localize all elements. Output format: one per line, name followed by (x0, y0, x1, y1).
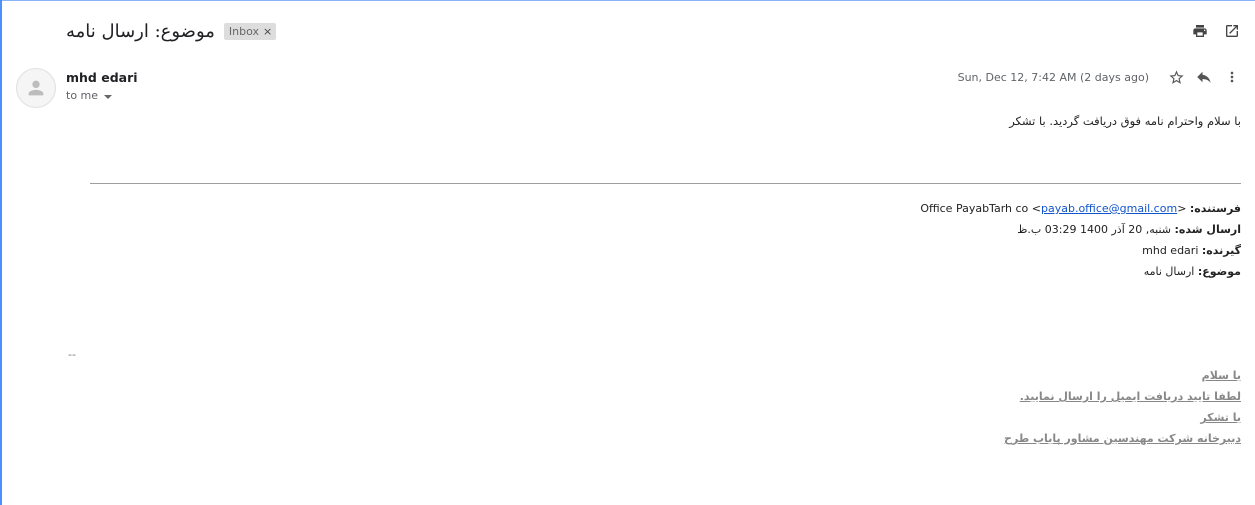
signature-line: دبیرخانه شرکت مهندسین مشاور پایاب طرح (1004, 432, 1241, 445)
recipient-details-toggle[interactable]: to me (66, 89, 113, 102)
forwarded-sent: ارسال شده: شنبه, 20 آذر 1400 03:29 ب.ظ (1017, 223, 1241, 236)
forwarded-from: فرستنده: Office PayabTarh co <payab.offi… (920, 202, 1241, 215)
forwarded-from-label: فرستنده: (1189, 202, 1241, 215)
top-actions (1191, 22, 1241, 40)
recipient-text: to me (66, 89, 99, 102)
open-in-new-window-icon[interactable] (1223, 22, 1241, 40)
email-subject: موضوع: ارسال نامه (66, 20, 215, 42)
message-meta: Sun, Dec 12, 7:42 AM (2 days ago) (958, 68, 1241, 86)
person-icon (28, 80, 44, 96)
forward-divider (90, 183, 1241, 184)
inbox-label-chip[interactable]: Inbox × (223, 22, 277, 40)
email-body-text: با سلام واحترام نامه فوق دریافت گردید. ب… (1009, 114, 1241, 128)
star-icon[interactable] (1167, 68, 1185, 86)
signature-line: با سلام (1201, 369, 1241, 382)
subject-bar: موضوع: ارسال نامه Inbox × (66, 18, 277, 44)
forwarded-to-value: mhd edari (1142, 244, 1199, 257)
message-date: Sun, Dec 12, 7:42 AM (2 days ago) (957, 70, 1149, 84)
reply-icon[interactable] (1195, 68, 1213, 86)
forwarded-to-label: گیرنده: (1201, 244, 1241, 257)
window-top-border (2, 0, 1255, 1)
signature-separator: -- (68, 348, 76, 361)
forwarded-from-email-link[interactable]: payab.office@gmail.com (1041, 202, 1177, 215)
more-vert-icon[interactable] (1223, 68, 1241, 86)
sender-name[interactable]: mhd edari (66, 70, 138, 85)
signature-line: با تشکر (1200, 411, 1241, 424)
sender-avatar[interactable] (16, 68, 56, 108)
forwarded-sent-label: ارسال شده: (1174, 223, 1242, 236)
forwarded-subject-label: موضوع: (1197, 265, 1241, 278)
forwarded-from-value: Office PayabTarh co <payab.office@gmail.… (920, 202, 1186, 215)
signature-line: لطفا تایید دریافت ایمیل را ارسال نمایید. (1019, 390, 1241, 403)
inbox-label-text: Inbox (228, 24, 260, 38)
forwarded-from-close: > (1177, 202, 1187, 215)
forwarded-from-name: Office PayabTarh co < (920, 202, 1041, 215)
forwarded-to: گیرنده: mhd edari (1142, 244, 1241, 257)
remove-label-icon[interactable]: × (263, 25, 272, 38)
print-icon[interactable] (1191, 22, 1209, 40)
forwarded-sent-value: شنبه, 20 آذر 1400 03:29 ب.ظ (1017, 223, 1171, 236)
forwarded-subject-value: ارسال نامه (1143, 265, 1195, 278)
forwarded-subject: موضوع: ارسال نامه (1144, 265, 1241, 278)
chevron-down-icon (104, 94, 113, 99)
